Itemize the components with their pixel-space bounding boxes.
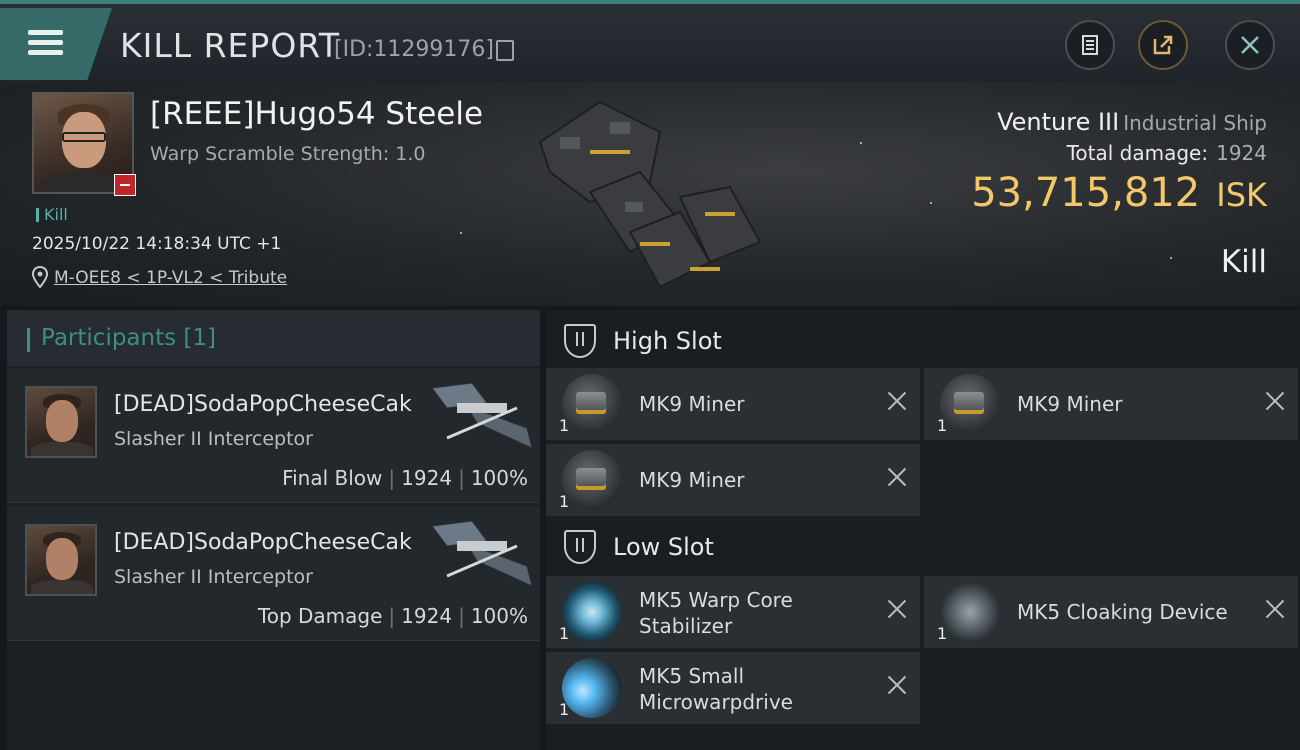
warp-core-stabilizer-icon [562, 582, 622, 642]
participants-panel: Participants [1] [DEAD]SodaPopCheeseCak … [7, 310, 540, 750]
participant-row[interactable]: [DEAD]SodaPopCheeseCak Slasher II Interc… [7, 506, 540, 641]
minus-icon [114, 174, 136, 196]
menu-button[interactable] [0, 8, 112, 80]
close-icon [1241, 36, 1259, 54]
module-name: MK9 Miner [639, 392, 745, 416]
participant-name: [DEAD]SodaPopCheeseCak [114, 392, 412, 417]
top-bar: KILL REPORT [ID:11299176] [0, 0, 1300, 82]
module-item[interactable]: 1 MK5 Small Microwarpdrive [546, 652, 920, 724]
miner-icon [940, 374, 1000, 434]
fitting-panel: High Slot 1 MK9 Miner 1 MK9 Miner 1 MK9 … [546, 310, 1300, 750]
low-slot-icon [564, 530, 596, 564]
module-name: MK5 Warp Core Stabilizer [639, 588, 793, 638]
clipboard-icon [1082, 35, 1098, 55]
page-title: KILL REPORT [120, 26, 340, 65]
total-damage: Total damage: 1924 [1066, 141, 1267, 165]
participant-ship-image [431, 520, 533, 587]
module-item[interactable]: 1 MK5 Cloaking Device [924, 576, 1298, 648]
miner-icon [562, 374, 622, 434]
module-name: MK5 Cloaking Device [1017, 600, 1228, 624]
destroyed-x-icon [886, 390, 908, 412]
participant-avatar[interactable] [25, 524, 97, 596]
low-slot-header: Low Slot [546, 518, 1300, 576]
miner-icon [562, 450, 622, 510]
participant-avatar[interactable] [25, 386, 97, 458]
participant-ship-image [431, 382, 533, 449]
location-link[interactable]: M-OEE8 < 1P-VL2 < Tribute [54, 268, 287, 288]
destroyed-x-icon [1264, 598, 1286, 620]
microwarpdrive-icon [562, 658, 622, 718]
isk-value: 53,715,812 ISK [971, 170, 1267, 216]
module-item[interactable]: 1 MK5 Warp Core Stabilizer [546, 576, 920, 648]
participant-ship: Slasher II Interceptor [114, 428, 313, 450]
kill-result: Kill [1220, 244, 1267, 280]
warp-scramble-strength: Warp Scramble Strength: 1.0 [150, 143, 426, 165]
participant-stats: Final Blow | 1924 | 100% [282, 466, 528, 490]
location-pin-icon [32, 266, 48, 288]
module-name: MK9 Miner [639, 468, 745, 492]
participant-stats: Top Damage | 1924 | 100% [257, 604, 528, 628]
destroyed-x-icon [1264, 390, 1286, 412]
copy-icon[interactable] [496, 40, 514, 61]
kill-id: [ID:11299176] [334, 37, 494, 62]
high-slot-icon [564, 324, 596, 358]
participant-name: [DEAD]SodaPopCheeseCak [114, 530, 412, 555]
module-item[interactable]: 1 MK9 Miner [546, 368, 920, 440]
share-button[interactable] [1138, 20, 1188, 70]
module-name: MK9 Miner [1017, 392, 1123, 416]
close-button[interactable] [1225, 20, 1275, 70]
participant-ship: Slasher II Interceptor [114, 566, 313, 588]
module-name: MK5 Small Microwarpdrive [639, 664, 793, 714]
destroyed-x-icon [886, 598, 908, 620]
module-item[interactable]: 1 MK9 Miner [546, 444, 920, 516]
victim-name: [REEE]Hugo54 Steele [150, 96, 484, 132]
module-item[interactable]: 1 MK9 Miner [924, 368, 1298, 440]
menu-icon [28, 30, 63, 35]
ship-image [538, 100, 762, 289]
cloaking-device-icon [940, 582, 1000, 642]
kill-datetime: 2025/10/22 14:18:34 UTC +1 [32, 234, 282, 254]
high-slot-header: High Slot [546, 312, 1300, 370]
destroyed-x-icon [886, 674, 908, 696]
kill-tag: Kill [36, 205, 68, 224]
participant-row[interactable]: [DEAD]SodaPopCheeseCak Slasher II Interc… [7, 368, 540, 503]
participants-header[interactable]: Participants [1] [7, 310, 540, 366]
share-icon [1153, 35, 1173, 55]
ship-name: Venture III Industrial Ship [997, 108, 1267, 136]
clipboard-button[interactable] [1065, 20, 1115, 70]
destroyed-x-icon [886, 466, 908, 488]
